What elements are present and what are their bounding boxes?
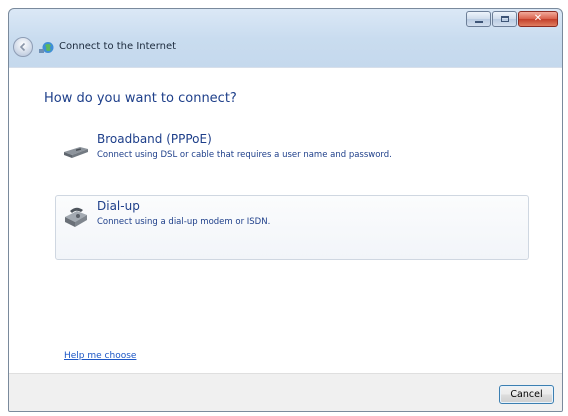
window-title: Connect to the Internet: [59, 41, 177, 52]
close-icon: ✕: [533, 13, 543, 24]
minimize-icon: [474, 20, 483, 23]
help-me-choose-link[interactable]: Help me choose: [64, 351, 136, 361]
window-controls: ✕: [466, 11, 558, 28]
back-button[interactable]: [13, 37, 33, 57]
back-arrow-icon: [19, 42, 26, 52]
minimize-button[interactable]: [466, 11, 491, 27]
dial-up-modem-icon: [65, 207, 87, 227]
page-heading: How do you want to connect?: [44, 91, 237, 106]
option-broadband-description: Connect using DSL or cable that requires…: [97, 150, 392, 160]
option-broadband[interactable]: Broadband (PPPoE) Connect using DSL or c…: [55, 128, 529, 172]
option-dial-up[interactable]: Dial-up Connect using a dial-up modem or…: [55, 195, 529, 260]
maximize-button[interactable]: [492, 11, 517, 27]
broadband-modem-icon: [64, 147, 88, 158]
wizard-content: How do you want to connect? Broadband (P…: [9, 67, 562, 373]
cancel-button[interactable]: Cancel: [499, 385, 554, 404]
maximize-icon: [500, 16, 509, 22]
wizard-window: ✕ Connect to the Internet How do you wan…: [8, 8, 563, 412]
option-dial-up-title: Dial-up: [97, 199, 140, 213]
option-broadband-title: Broadband (PPPoE): [97, 132, 212, 146]
network-globe-icon: [39, 42, 54, 53]
close-button[interactable]: ✕: [518, 11, 558, 27]
wizard-footer: Cancel: [9, 373, 562, 411]
option-dial-up-description: Connect using a dial-up modem or ISDN.: [97, 217, 271, 227]
